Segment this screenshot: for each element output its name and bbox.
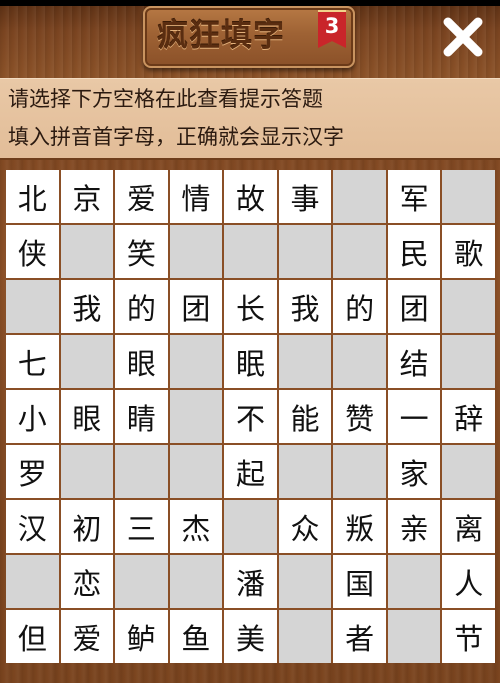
grid-cell[interactable]: 罗 xyxy=(6,445,59,498)
grid-cell[interactable]: 军 xyxy=(387,170,441,223)
grid-cell-blank xyxy=(333,170,386,223)
grid-cell-blank xyxy=(333,225,386,278)
grid-cell[interactable]: 睛 xyxy=(115,390,168,443)
grid-cell[interactable]: 爱 xyxy=(60,610,114,663)
grid-cell-blank xyxy=(115,555,168,608)
grid-cell-blank xyxy=(442,170,495,223)
grid-cell[interactable]: 能 xyxy=(278,390,332,443)
grid-cell-blank xyxy=(169,390,223,443)
grid-cell[interactable]: 爱 xyxy=(115,170,168,223)
crossword-grid: 北京爱情故事军侠笑民歌我的团长我的团七眼眠结小眼睛不能赞一辞罗起家汉初三杰众叛亲… xyxy=(6,170,495,663)
grid-cell[interactable]: 我 xyxy=(60,280,114,333)
grid-cell[interactable]: 的 xyxy=(115,280,168,333)
grid-cell[interactable]: 叛 xyxy=(333,500,386,553)
grid-cell[interactable]: 杰 xyxy=(169,500,223,553)
level-number: 3 xyxy=(324,14,340,38)
grid-cell[interactable]: 潘 xyxy=(224,555,277,608)
grid-cell[interactable]: 者 xyxy=(333,610,386,663)
grid-cell[interactable]: 一 xyxy=(387,390,441,443)
grid-cell[interactable]: 恋 xyxy=(60,555,114,608)
grid-cell-blank xyxy=(387,610,441,663)
grid-cell[interactable]: 家 xyxy=(387,445,441,498)
grid-cell[interactable]: 但 xyxy=(6,610,59,663)
grid-cell-blank xyxy=(442,335,495,388)
grid-cell[interactable]: 人 xyxy=(442,555,495,608)
grid-cell[interactable]: 民 xyxy=(387,225,441,278)
grid-cell[interactable]: 鱼 xyxy=(169,610,223,663)
grid-cell-blank xyxy=(278,335,332,388)
grid-cell[interactable]: 故 xyxy=(224,170,277,223)
grid-cell[interactable]: 三 xyxy=(115,500,168,553)
grid-cell[interactable]: 我 xyxy=(278,280,332,333)
grid-cell[interactable]: 笑 xyxy=(115,225,168,278)
grid-cell[interactable]: 鲈 xyxy=(115,610,168,663)
grid-cell[interactable]: 北 xyxy=(6,170,59,223)
grid-cell[interactable]: 离 xyxy=(442,500,495,553)
grid-cell[interactable]: 的 xyxy=(333,280,386,333)
grid-cell[interactable]: 不 xyxy=(224,390,277,443)
grid-cell-blank xyxy=(224,225,277,278)
grid-cell-blank xyxy=(169,445,223,498)
grid-cell[interactable]: 小 xyxy=(6,390,59,443)
grid-cell-blank xyxy=(278,555,332,608)
grid-cell-blank xyxy=(6,280,59,333)
title-plaque: 疯狂填字 3 xyxy=(143,6,355,68)
grid-cell[interactable]: 结 xyxy=(387,335,441,388)
grid-cell-blank xyxy=(169,555,223,608)
grid-cell[interactable]: 眠 xyxy=(224,335,277,388)
grid-cell[interactable]: 亲 xyxy=(387,500,441,553)
grid-cell-blank xyxy=(278,225,332,278)
grid-cell[interactable]: 辞 xyxy=(442,390,495,443)
grid-cell[interactable]: 众 xyxy=(278,500,332,553)
grid-cell[interactable]: 七 xyxy=(6,335,59,388)
grid-cell-blank xyxy=(60,445,114,498)
grid-cell-blank xyxy=(278,610,332,663)
grid-cell[interactable]: 眼 xyxy=(115,335,168,388)
grid-cell[interactable]: 事 xyxy=(278,170,332,223)
game-title: 疯狂填字 xyxy=(157,18,285,54)
hint-panel: 请选择下方空格在此查看提示答题 填入拼音首字母，正确就会显示汉字 xyxy=(0,78,500,160)
grid-cell-blank xyxy=(60,225,114,278)
grid-cell-blank xyxy=(387,555,441,608)
grid-cell-blank xyxy=(169,335,223,388)
grid-cell[interactable]: 起 xyxy=(224,445,277,498)
grid-cell[interactable]: 节 xyxy=(442,610,495,663)
grid-cell-blank xyxy=(333,445,386,498)
grid-cell-blank xyxy=(442,445,495,498)
level-badge: 3 xyxy=(318,10,346,48)
close-button[interactable] xyxy=(440,14,486,60)
grid-cell-blank xyxy=(224,500,277,553)
grid-cell[interactable]: 团 xyxy=(169,280,223,333)
grid-cell[interactable]: 长 xyxy=(224,280,277,333)
grid-cell-blank xyxy=(115,445,168,498)
grid-cell[interactable]: 情 xyxy=(169,170,223,223)
grid-cell[interactable]: 初 xyxy=(60,500,114,553)
grid-cell[interactable]: 歌 xyxy=(442,225,495,278)
grid-cell-blank xyxy=(442,280,495,333)
grid-cell[interactable]: 眼 xyxy=(60,390,114,443)
hint-line-2: 填入拼音首字母，正确就会显示汉字 xyxy=(8,125,344,149)
hint-line-1: 请选择下方空格在此查看提示答题 xyxy=(8,87,323,111)
grid-cell[interactable]: 国 xyxy=(333,555,386,608)
close-icon xyxy=(443,17,483,57)
grid-cell-blank xyxy=(169,225,223,278)
grid-cell[interactable]: 京 xyxy=(60,170,114,223)
grid-cell-blank xyxy=(60,335,114,388)
grid-cell[interactable]: 团 xyxy=(387,280,441,333)
grid-cell-blank xyxy=(278,445,332,498)
grid-cell[interactable]: 侠 xyxy=(6,225,59,278)
grid-cell[interactable]: 赞 xyxy=(333,390,386,443)
grid-cell[interactable]: 美 xyxy=(224,610,277,663)
grid-cell-blank xyxy=(6,555,59,608)
top-bar: 疯狂填字 3 xyxy=(0,0,500,78)
grid-cell[interactable]: 汉 xyxy=(6,500,59,553)
grid-cell-blank xyxy=(333,335,386,388)
